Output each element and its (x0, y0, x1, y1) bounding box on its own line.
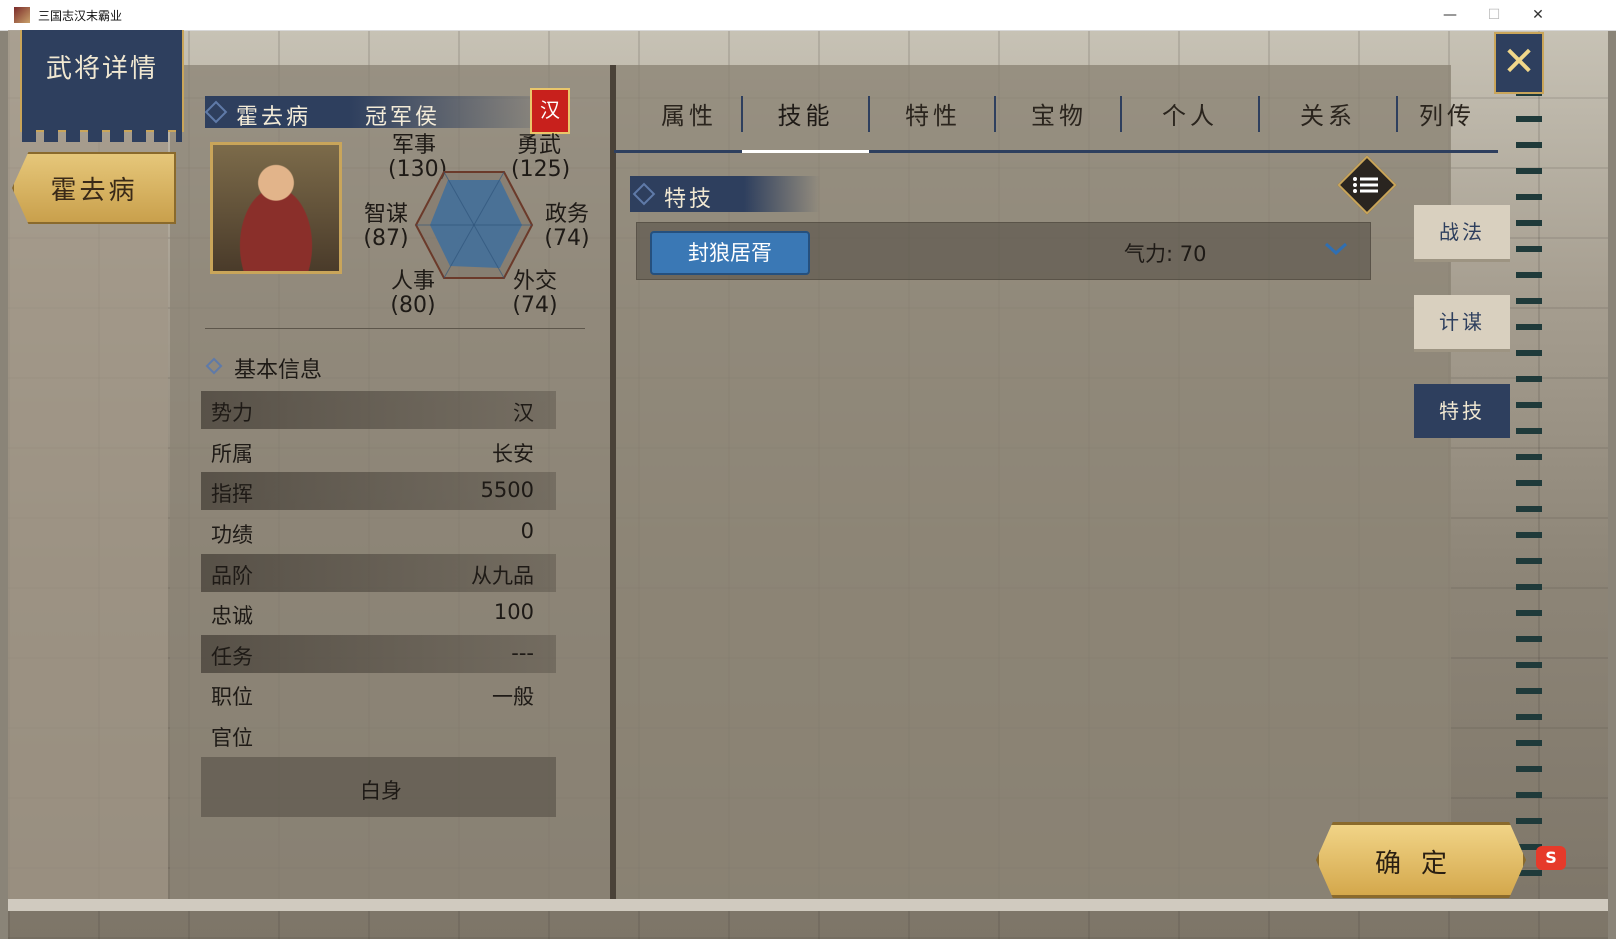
info-divider (205, 328, 585, 329)
info-row-city: 所属 长安 (201, 432, 556, 470)
stat-politics-value: (74) (544, 226, 590, 251)
tab-attributes[interactable]: 属性 (634, 96, 744, 150)
confirm-button[interactable]: 确定 (1316, 822, 1526, 898)
tab-biography[interactable]: 列传 (1398, 96, 1496, 150)
info-value: 长安 (492, 442, 534, 466)
page-title: 武将详情 (45, 54, 158, 84)
tab-skills[interactable]: 技能 (742, 96, 869, 153)
stat-diplomacy-value: (74) (512, 293, 558, 318)
stat-intellect-label: 智谋 (363, 202, 408, 227)
bottom-strip (8, 899, 1608, 911)
stat-valor-label: 勇武 (516, 133, 561, 158)
skill-section-title: 特技 (664, 187, 715, 212)
info-row-grade: 品阶 从九品 (201, 554, 556, 592)
info-value: 5500 (480, 478, 534, 502)
faction-badge: 汉 (530, 88, 570, 134)
info-value: 从九品 (471, 564, 534, 588)
stat-hexagon-chart (414, 171, 534, 279)
tab-traits[interactable]: 特性 (870, 96, 996, 150)
selected-general-name: 霍去病 (50, 176, 138, 206)
skill-section-header: 特技 (630, 176, 820, 212)
window-title: 三国志汉末霸业 (38, 9, 123, 23)
info-value: 0 (520, 519, 534, 543)
tab-treasures[interactable]: 宝物 (996, 96, 1122, 150)
window-titlebar: 三国志汉末霸业 — ☐ ✕ (0, 0, 1616, 31)
confirm-label: 确定 (1374, 849, 1467, 879)
info-row-command: 指挥 5500 (201, 472, 556, 510)
info-key: 任务 (211, 645, 253, 669)
close-icon: ✕ (1502, 39, 1536, 85)
selected-general-plaque[interactable]: 霍去病 (12, 152, 176, 224)
info-value: 一般 (492, 685, 534, 709)
info-row-merit: 功绩 0 (201, 513, 556, 551)
info-value: 100 (493, 600, 534, 624)
maximize-button[interactable]: ☐ (1472, 3, 1516, 27)
office-rank-box: 白身 (201, 757, 556, 817)
detail-tabs: 属性 技能 特性 宝物 个人 关系 列传 (614, 96, 1498, 153)
tab-personal[interactable]: 个人 (1122, 96, 1258, 150)
stat-politics: 政务 (74) (542, 203, 592, 251)
info-key: 所属 (211, 442, 253, 466)
banner-fringe (22, 130, 182, 142)
general-title: 冠军侯 (365, 105, 441, 130)
skill-name-button[interactable]: 封狼居胥 (650, 231, 810, 275)
info-key: 功绩 (211, 523, 253, 547)
info-value: 汉 (513, 401, 534, 425)
list-icon (1353, 177, 1378, 193)
app-icon (14, 7, 30, 23)
info-row-position: 职位 一般 (201, 675, 556, 713)
window-close-button[interactable]: ✕ (1516, 3, 1560, 27)
stat-personnel-value: (80) (390, 293, 436, 318)
side-tab-strategems[interactable]: 计谋 (1414, 295, 1510, 349)
stat-intellect: 智谋 (87) (362, 203, 410, 251)
side-tab-special-skills[interactable]: 特技 (1414, 384, 1510, 438)
stat-intellect-value: (87) (363, 226, 409, 251)
info-key: 职位 (211, 685, 253, 709)
info-key: 官位 (211, 726, 253, 750)
info-key: 品阶 (211, 564, 253, 588)
general-name: 霍去病 (236, 105, 312, 130)
info-key: 忠诚 (211, 604, 253, 628)
stat-military-label: 军事 (391, 133, 436, 158)
info-key: 势力 (211, 401, 253, 425)
info-row-office: 官位 (201, 716, 556, 754)
close-panel-button[interactable]: ✕ (1494, 32, 1544, 94)
basic-info-header: 基本信息 (234, 358, 323, 383)
general-portrait (210, 142, 342, 274)
side-tab-tactics[interactable]: 战法 (1414, 205, 1510, 259)
page-banner: 武将详情 (20, 30, 184, 142)
skill-cost: 气力: 70 (1124, 242, 1207, 266)
office-rank: 白身 (360, 779, 402, 803)
diamond-icon (632, 182, 656, 206)
info-row-faction: 势力 汉 (201, 391, 556, 429)
info-key: 指挥 (211, 482, 253, 506)
input-method-icon[interactable]: S (1536, 846, 1566, 870)
stat-politics-label: 政务 (544, 202, 589, 227)
info-row-loyalty: 忠诚 100 (201, 594, 556, 632)
tab-relations[interactable]: 关系 (1260, 96, 1396, 150)
minimize-button[interactable]: — (1428, 3, 1472, 27)
chevron-down-icon[interactable] (1324, 242, 1348, 256)
info-value: --- (511, 641, 534, 665)
info-row-task: 任务 --- (201, 635, 556, 673)
decorative-chain (1516, 90, 1542, 880)
